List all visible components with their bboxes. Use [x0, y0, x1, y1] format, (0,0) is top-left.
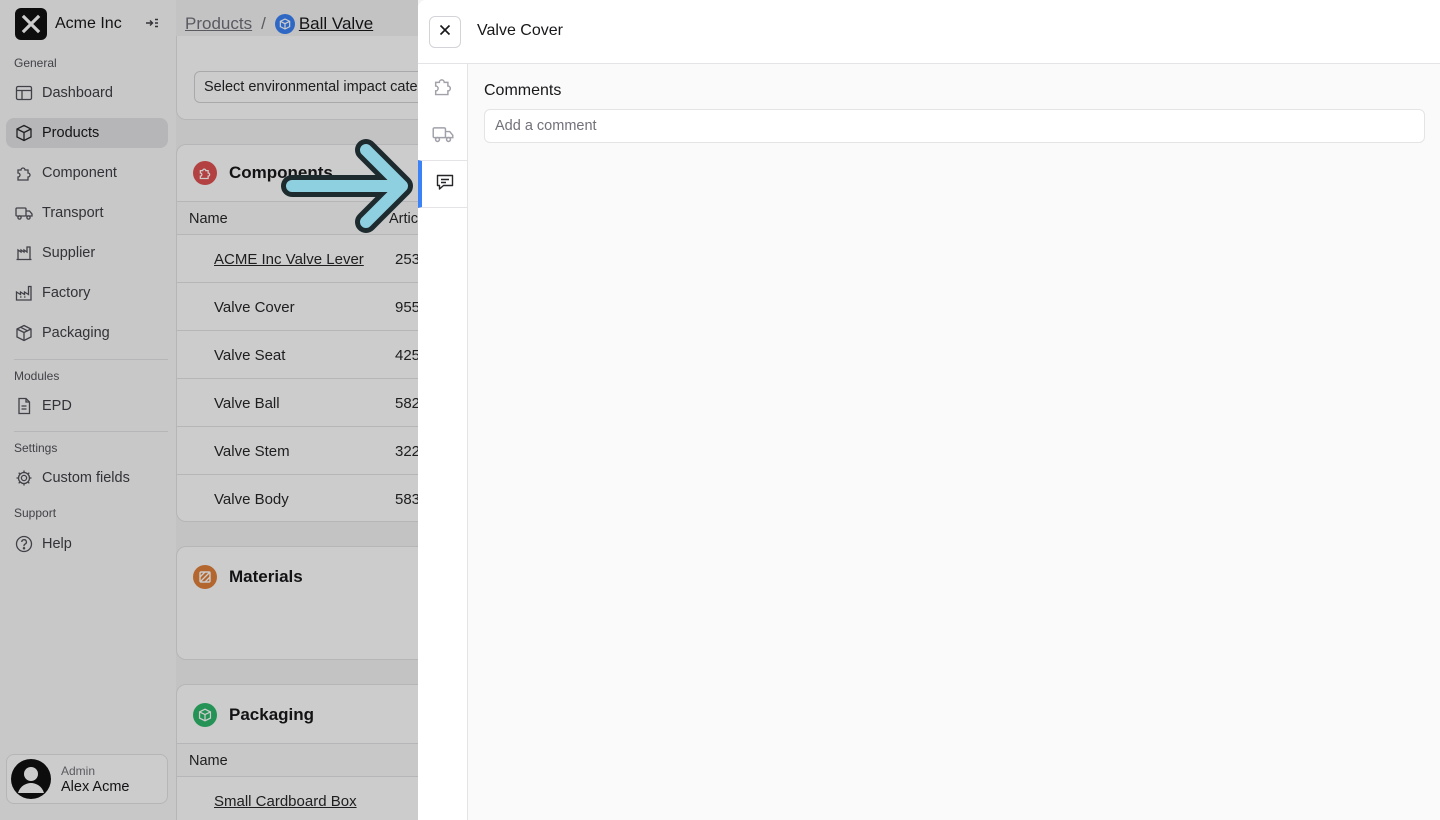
- drawer-tab-rail: [418, 64, 468, 820]
- drawer-title: Valve Cover: [477, 22, 563, 39]
- close-icon: [439, 23, 451, 41]
- tab-transport[interactable]: [418, 112, 467, 160]
- annotation-arrow-icon: [281, 139, 413, 233]
- tab-component[interactable]: [418, 64, 467, 112]
- comments-title: Comments: [484, 82, 562, 99]
- component-drawer: Valve Cover Comments: [418, 0, 1440, 820]
- truck-icon: [431, 123, 454, 150]
- tab-comments[interactable]: [418, 160, 467, 208]
- puzzle-icon: [432, 75, 454, 102]
- comments-panel: Comments: [468, 64, 1440, 820]
- modal-backdrop[interactable]: [0, 0, 418, 820]
- drawer-header: Valve Cover: [418, 0, 1440, 64]
- comment-icon: [435, 172, 455, 197]
- comment-input[interactable]: [484, 109, 1425, 143]
- close-button[interactable]: [429, 16, 461, 48]
